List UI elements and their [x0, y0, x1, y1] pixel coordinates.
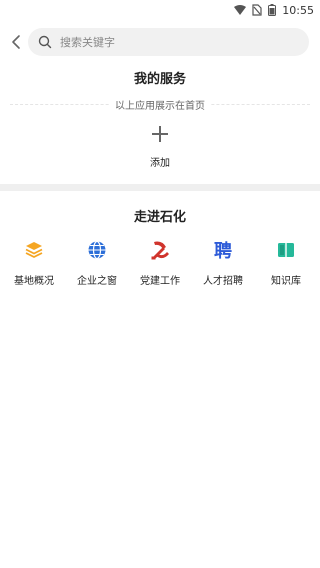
no-sim-icon [252, 4, 262, 16]
tile-party-work[interactable]: 党建工作 [130, 238, 190, 288]
add-label: 添加 [150, 158, 170, 169]
book-icon [274, 238, 298, 262]
top-bar [0, 24, 320, 60]
tile-base-overview[interactable]: 基地概况 [4, 238, 64, 288]
plus-icon [150, 124, 170, 144]
search-box[interactable] [28, 28, 309, 56]
wifi-icon [234, 5, 247, 15]
chevron-left-icon [12, 35, 20, 49]
petrochem-grid: 基地概况 企业之窗 党建工作 聘 人才招聘 知识库 [0, 238, 320, 288]
tile-enterprise-window[interactable]: 企业之窗 [67, 238, 127, 288]
recruit-glyph: 聘 [214, 241, 232, 262]
search-icon [38, 35, 52, 49]
tile-label: 知识库 [271, 276, 301, 287]
recruit-char-icon: 聘 [211, 238, 235, 262]
back-button[interactable] [6, 30, 26, 54]
tile-label: 人才招聘 [203, 276, 243, 287]
tile-label: 基地概况 [14, 276, 54, 287]
tile-label: 党建工作 [140, 276, 180, 287]
layers-icon [22, 238, 46, 262]
services-hint-text: 以上应用展示在首页 [109, 101, 211, 112]
status-bar: 10:55 [0, 0, 320, 20]
tile-label: 企业之窗 [77, 276, 117, 287]
search-input[interactable] [58, 34, 282, 50]
tile-knowledge-base[interactable]: 知识库 [256, 238, 316, 288]
add-service-button[interactable]: 添加 [130, 124, 190, 174]
petrochem-title: 走进石化 [133, 210, 186, 225]
globe-icon [85, 238, 109, 262]
my-services-title: 我的服务 [133, 72, 186, 87]
section-divider [0, 184, 320, 191]
tile-talent-recruit[interactable]: 聘 人才招聘 [193, 238, 253, 288]
battery-icon [268, 4, 277, 16]
status-time: 10:55 [282, 3, 314, 17]
services-hint: 以上应用展示在首页 [0, 97, 320, 112]
party-emblem-icon [148, 238, 172, 262]
